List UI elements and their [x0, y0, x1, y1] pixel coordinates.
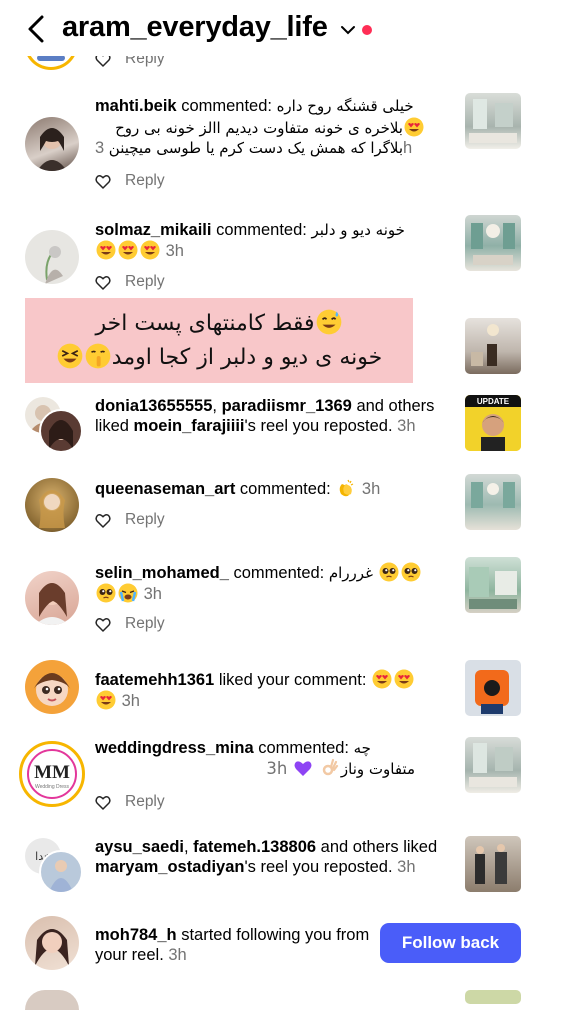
notification-text: mahti.beik commented: خیلی قشنگه روح دار…	[95, 97, 414, 115]
pleading-face-emoji	[96, 583, 116, 603]
reply-button[interactable]: Reply	[125, 172, 165, 190]
heart-eyes-emoji	[394, 669, 414, 689]
heart-icon[interactable]	[95, 174, 111, 189]
username[interactable]: aysu_saedi	[95, 838, 184, 856]
reply-button[interactable]: Reply	[125, 793, 165, 811]
banner-line: خونه ی دیو و دلبر از کجا اومد	[25, 341, 413, 375]
laughing-squint-emoji	[56, 343, 83, 369]
reply-row[interactable]: Reply	[95, 615, 165, 633]
notification-dot	[362, 25, 372, 35]
post-thumbnail[interactable]	[465, 836, 521, 892]
reply-row[interactable]: Reply	[95, 273, 165, 291]
avatar[interactable]	[39, 409, 83, 453]
username[interactable]: donia13655555	[95, 397, 212, 415]
reply-button[interactable]: Reply	[125, 511, 165, 529]
username[interactable]: moh784_h	[95, 926, 177, 944]
follow-back-button[interactable]: Follow back	[380, 923, 521, 963]
avatar[interactable]	[39, 850, 83, 894]
heart-eyes-emoji	[140, 240, 160, 260]
sweat-smile-emoji	[315, 309, 342, 335]
avatar[interactable]	[25, 230, 79, 284]
username[interactable]: mahti.beik	[95, 97, 177, 115]
avatar[interactable]	[25, 660, 79, 714]
reply-row[interactable]: Reply	[95, 172, 165, 190]
post-thumbnail[interactable]	[465, 318, 521, 374]
post-thumbnail[interactable]	[465, 215, 521, 271]
username[interactable]: paradiismr_1369	[222, 397, 352, 415]
crying-face-emoji	[118, 583, 138, 603]
heart-eyes-emoji	[404, 117, 424, 137]
avatar[interactable]	[25, 990, 79, 1010]
username[interactable]: queenaseman_art	[95, 480, 235, 498]
chevron-down-icon[interactable]	[340, 24, 356, 36]
heart-icon[interactable]	[95, 513, 111, 528]
top-bar: aram_everyday_life	[0, 0, 563, 56]
reply-button[interactable]: Reply	[125, 273, 165, 291]
post-thumbnail[interactable]	[465, 557, 521, 613]
avatar[interactable]	[25, 478, 79, 532]
notification-text: donia13655555, paradiismr_1369 and other…	[95, 397, 435, 435]
heart-eyes-emoji	[96, 690, 116, 710]
heart-eyes-emoji	[372, 669, 392, 689]
post-thumbnail[interactable]	[465, 737, 521, 793]
notification-text: queenaseman_art commented: 3h	[95, 479, 381, 498]
heart-eyes-emoji	[96, 240, 116, 260]
purple-heart-emoji	[294, 761, 312, 776]
brand-logo: MM	[34, 762, 70, 783]
heart-icon[interactable]	[95, 795, 111, 810]
username[interactable]: selin_mohamed_	[95, 564, 229, 582]
shushing-face-emoji	[84, 343, 111, 369]
pleading-face-emoji	[378, 562, 399, 582]
clapping-hands-emoji	[339, 479, 354, 497]
svg-text:UPDATE: UPDATE	[477, 397, 510, 406]
profile-username[interactable]: aram_everyday_life	[62, 11, 328, 44]
avatar[interactable]: MM Wedding Dress	[19, 741, 85, 807]
username[interactable]: moein_farajiiii	[134, 417, 245, 435]
notification-text: moh784_h started following you from your…	[95, 926, 370, 964]
reply-row[interactable]: Reply	[95, 793, 165, 811]
comment-line: متفاوت وناز 3h	[266, 758, 415, 778]
back-arrow-icon[interactable]	[24, 14, 50, 44]
heart-eyes-emoji	[118, 240, 138, 260]
post-thumbnail[interactable]: UPDATE	[465, 395, 521, 451]
avatar[interactable]	[25, 117, 79, 171]
banner-line: فقط کامنتهای پست اخر	[25, 298, 413, 341]
caption-banner: فقط کامنتهای پست اخر خونه ی دیو و دلبر ا…	[25, 298, 413, 383]
post-thumbnail[interactable]	[465, 93, 521, 149]
username[interactable]: weddingdress_mina	[95, 739, 254, 757]
ok-hand-emoji	[322, 758, 339, 776]
heart-icon[interactable]	[95, 617, 111, 632]
notification-text: solmaz_mikaili commented: خونه دیو و دلب…	[95, 221, 405, 260]
pleading-face-emoji	[400, 562, 421, 582]
username[interactable]: solmaz_mikaili	[95, 221, 211, 239]
comment-line: بلاگرا که همش یک دست کرم یا طوسی میچینن …	[95, 139, 413, 157]
heart-icon[interactable]	[95, 275, 111, 290]
comment-line: بلاخره ی خونه متفاوت دیدیم االز خونه بی …	[95, 117, 425, 138]
username[interactable]: maryam_ostadiyan	[95, 858, 245, 876]
username[interactable]: fatemeh.138806	[193, 838, 316, 856]
post-thumbnail[interactable]	[465, 660, 521, 716]
notification-text: selin_mohamed_ commented: غرررام 3h	[95, 562, 447, 604]
post-thumbnail[interactable]	[465, 990, 521, 1004]
post-thumbnail[interactable]	[465, 474, 521, 530]
username[interactable]: faatemehh1361	[95, 671, 214, 689]
notification-text: aysu_saedi, fatemeh.138806 and others li…	[95, 838, 438, 876]
reply-button[interactable]: Reply	[125, 615, 165, 633]
notification-text: weddingdress_mina commented: چه متفاوت و…	[95, 739, 415, 778]
avatar[interactable]	[25, 916, 79, 970]
reply-row[interactable]: Reply	[95, 511, 165, 529]
avatar[interactable]	[25, 571, 79, 625]
notification-text: faatemehh1361 liked your comment: 3h	[95, 669, 447, 711]
